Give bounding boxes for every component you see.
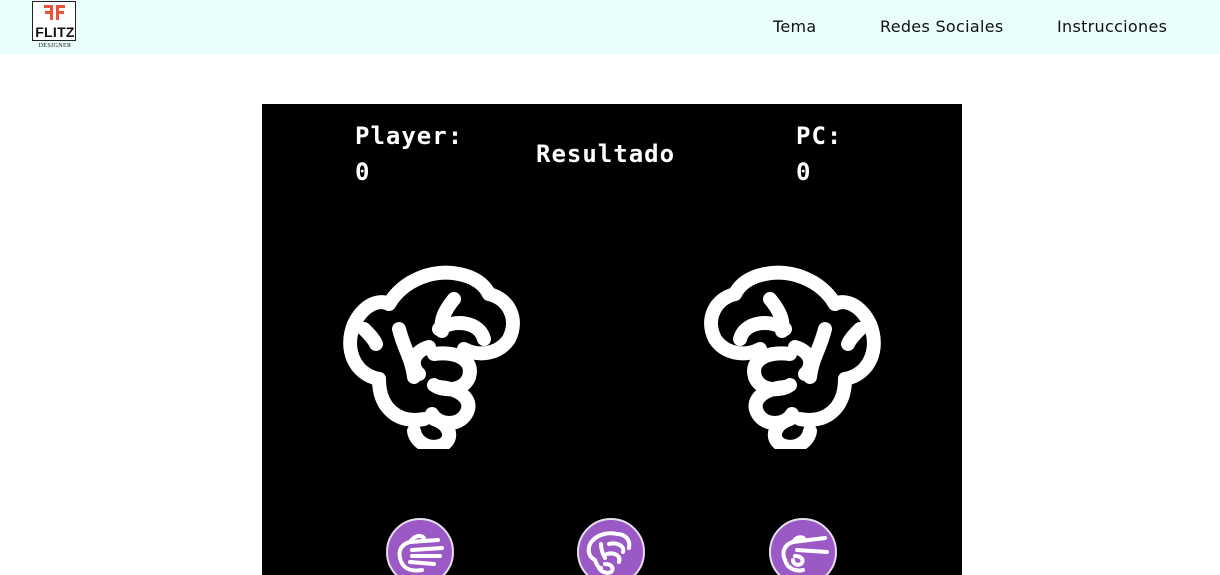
logo-word: FLITZ — [35, 24, 75, 40]
nav-instrucciones[interactable]: Instrucciones — [1057, 17, 1167, 36]
nav-tema[interactable]: Tema — [773, 17, 817, 36]
top-navbar: FLITZ DESIGNER Tema Redes Sociales Instr… — [0, 0, 1220, 54]
player-score: 0 — [355, 158, 371, 186]
pc-fist-icon — [704, 265, 881, 449]
logo-subtitle: DESIGNER — [38, 43, 72, 49]
paper-choice-button[interactable] — [386, 518, 454, 575]
flitz-logo[interactable]: FLITZ DESIGNER — [32, 1, 78, 51]
pc-label: PC: — [796, 122, 843, 150]
game-board: Player: 0 Resultado PC: 0 — [262, 104, 962, 575]
pc-score: 0 — [796, 158, 812, 186]
player-label: Player: — [355, 122, 464, 150]
open-hand-icon — [397, 533, 444, 573]
fist-icon — [586, 531, 632, 575]
logo-frame: FLITZ — [32, 1, 76, 41]
scissors-hand-icon — [781, 535, 829, 573]
player-fist-icon — [343, 265, 520, 449]
nav-redes-sociales[interactable]: Redes Sociales — [880, 17, 1003, 36]
logo-mark-icon — [44, 5, 65, 20]
scissors-choice-button[interactable] — [769, 518, 837, 575]
rock-choice-button[interactable] — [577, 518, 645, 575]
result-label: Resultado — [536, 140, 676, 168]
